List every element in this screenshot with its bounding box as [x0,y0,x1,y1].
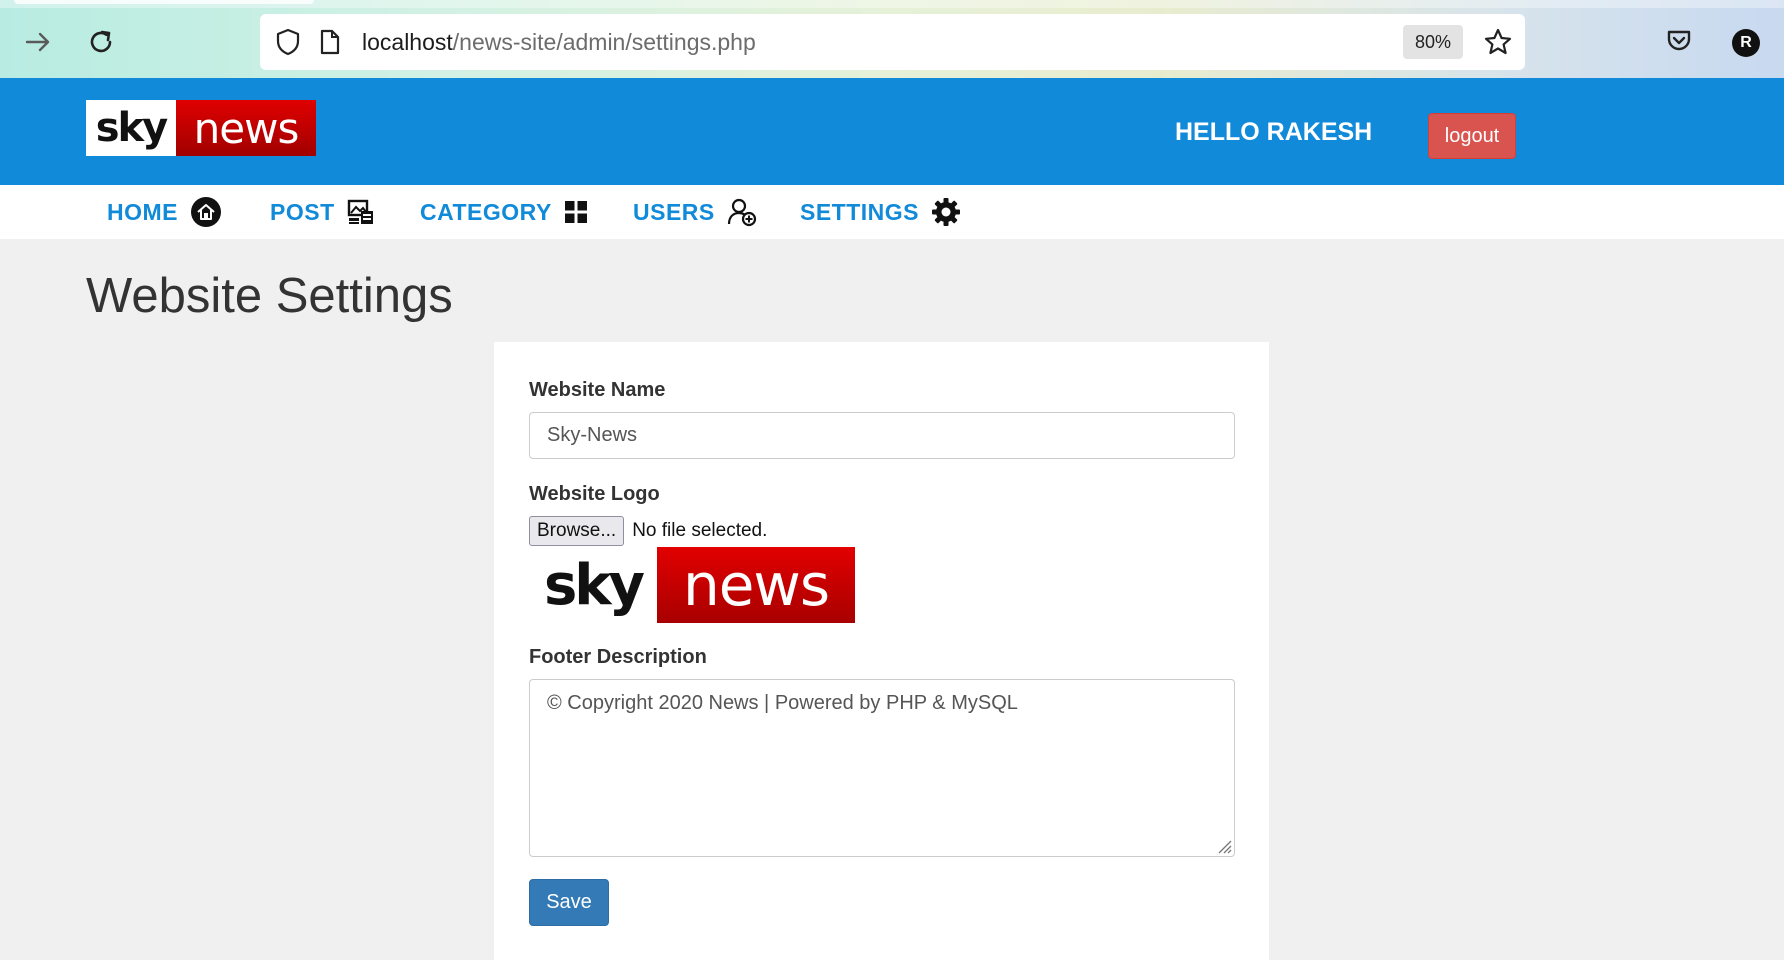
url-text[interactable]: localhost/news-site/admin/settings.php [362,29,756,56]
forward-button[interactable] [20,24,56,60]
reload-button[interactable] [83,24,119,60]
bookmark-star-icon[interactable] [1483,27,1513,62]
resize-grip-icon[interactable] [1216,838,1232,854]
logo-file-input[interactable]: Browse... No file selected. [529,516,767,546]
grid-icon [564,200,588,224]
website-name-label: Website Name [529,379,666,401]
menu-label: POST [270,198,335,225]
footer-description-text: © Copyright 2020 News | Powered by PHP &… [547,692,1018,714]
zoom-level-badge[interactable]: 80% [1402,25,1463,59]
menu-item-users[interactable]: USERS [633,197,757,227]
url-host: localhost [362,28,453,55]
url-path: /news-site/admin/settings.php [452,28,756,55]
logout-button[interactable]: logout [1428,113,1516,159]
admin-menu: HOME POST CATEGORY USERS SETTINGS [0,185,1784,239]
page-icon[interactable] [316,28,344,56]
logo-preview-news: news [657,547,855,623]
arrow-right-icon [25,32,50,52]
save-button[interactable]: Save [529,879,609,926]
add-user-icon [727,197,757,227]
menu-label: CATEGORY [420,198,552,225]
logo-sky-text: sky [86,100,176,156]
browser-toolbar: localhost/news-site/admin/settings.php 8… [0,0,1784,78]
site-logo[interactable]: sky news [86,100,316,156]
menu-label: HOME [107,198,178,225]
logo-preview-image: sky news [529,547,855,623]
browse-button[interactable]: Browse... [529,516,625,546]
url-bar[interactable]: localhost/news-site/admin/settings.php 8… [260,14,1525,70]
browser-tab[interactable] [14,0,314,4]
gear-icon [931,197,961,227]
menu-item-category[interactable]: CATEGORY [420,197,588,227]
menu-label: SETTINGS [800,198,920,225]
shield-icon[interactable] [274,28,302,56]
profile-avatar[interactable]: R [1732,29,1760,57]
menu-item-home[interactable]: HOME [107,197,222,227]
menu-label: USERS [633,198,715,225]
settings-form-card: Website Name Sky-News Website Logo Brows… [494,342,1269,960]
reload-icon [90,30,112,53]
greeting-text: HELLO RAKESH [1175,118,1373,146]
home-icon [190,196,222,228]
post-icon [347,198,375,226]
site-header: sky news HELLO RAKESH logout [0,78,1784,185]
website-logo-label: Website Logo [529,483,660,505]
menu-item-settings[interactable]: SETTINGS [800,197,961,227]
footer-description-textarea[interactable]: © Copyright 2020 News | Powered by PHP &… [529,679,1235,857]
footer-description-label: Footer Description [529,646,707,668]
no-file-text: No file selected. [632,520,768,541]
website-name-input[interactable]: Sky-News [529,412,1235,459]
menu-item-post[interactable]: POST [270,197,375,227]
pocket-icon[interactable] [1665,26,1693,59]
logo-news-text: news [176,100,316,156]
logo-preview-sky: sky [529,547,657,623]
page-title: Website Settings [86,269,453,323]
